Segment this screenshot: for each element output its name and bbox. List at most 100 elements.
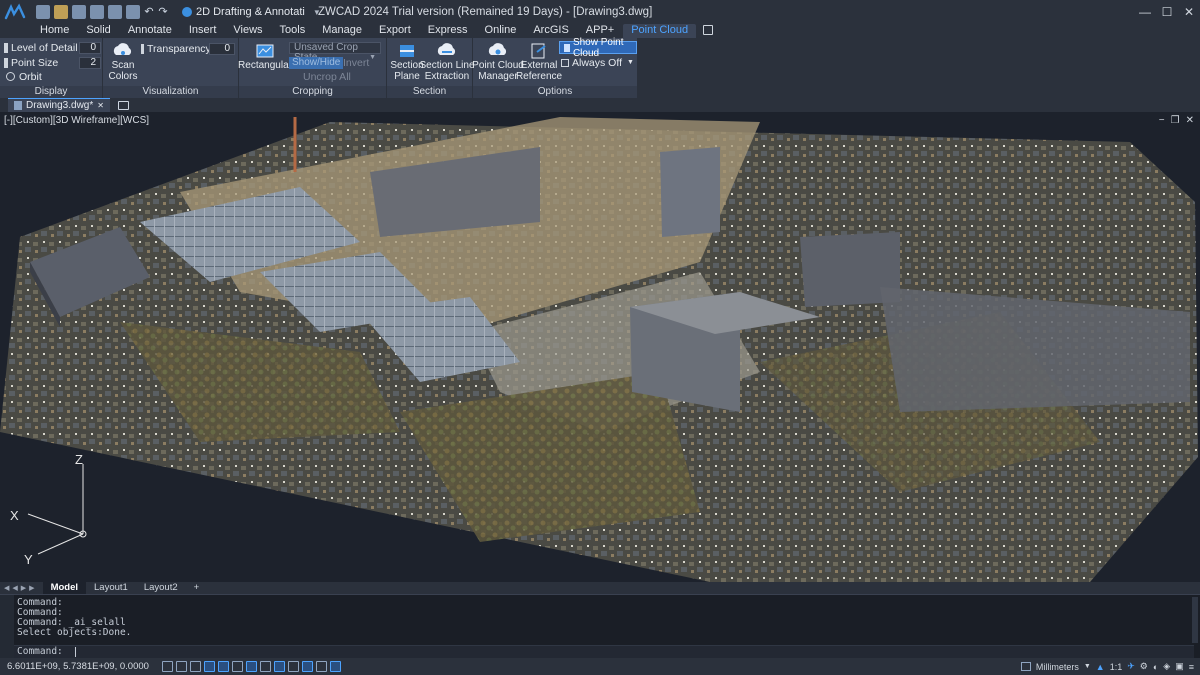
3d-object-snap-icon[interactable] bbox=[232, 661, 243, 672]
close-icon[interactable]: ✕ bbox=[1178, 0, 1200, 24]
tab-online[interactable]: Online bbox=[477, 24, 525, 38]
show-point-cloud-button[interactable]: Show Point Cloud bbox=[559, 37, 637, 59]
command-input[interactable]: Command: bbox=[14, 645, 1194, 658]
undo-icon[interactable]: ↶ bbox=[144, 7, 154, 18]
orbit-button[interactable]: Orbit bbox=[6, 70, 42, 83]
close-icon[interactable]: ✕ bbox=[97, 101, 104, 110]
rectangular-crop-button[interactable]: Rectangular bbox=[238, 42, 292, 71]
section-line-label-1: Section Line bbox=[419, 60, 475, 71]
tab-annotate[interactable]: Annotate bbox=[120, 24, 180, 38]
new-document-tab-icon[interactable] bbox=[117, 100, 129, 110]
viewport-minimize-icon[interactable]: − bbox=[1159, 115, 1165, 126]
invert-button[interactable]: Invert bbox=[343, 56, 369, 69]
workspace-switch-icon[interactable]: ⚙ bbox=[1140, 661, 1148, 672]
snap-toggle-icon[interactable] bbox=[176, 661, 187, 672]
tab-export[interactable]: Export bbox=[371, 24, 419, 38]
tab-layout1[interactable]: Layout1 bbox=[86, 582, 136, 594]
external-reference-button[interactable]: External Reference bbox=[516, 42, 562, 82]
dynamic-ucs-icon[interactable] bbox=[260, 661, 271, 672]
workspace-label: 2D Drafting & Annotati bbox=[196, 6, 305, 18]
point-size-row: Point Size 2 bbox=[4, 56, 101, 69]
always-off-dropdown[interactable]: Always Off ▼ bbox=[561, 56, 634, 69]
prev-layout-icon[interactable]: ◀ bbox=[12, 584, 17, 592]
add-layout-tab[interactable]: + bbox=[186, 582, 208, 594]
layout-nav: ◀ ◀ ▶ ▶ bbox=[4, 584, 35, 592]
ribbon-minimize-icon[interactable] bbox=[703, 25, 714, 35]
annotation-scale-icon[interactable]: ▲ bbox=[1096, 662, 1105, 672]
scan-colors-button[interactable]: Scan Colors bbox=[108, 42, 138, 82]
save-icon[interactable] bbox=[72, 5, 86, 19]
tab-arcgis[interactable]: ArcGIS bbox=[525, 24, 576, 38]
show-hide-button[interactable]: Show/Hide bbox=[289, 56, 344, 69]
layout-tab-strip: ◀ ◀ ▶ ▶ Model Layout1 Layout2 + bbox=[0, 582, 1200, 594]
print-icon[interactable] bbox=[108, 5, 122, 19]
save-as-icon[interactable] bbox=[90, 5, 104, 19]
command-scrollbar[interactable] bbox=[1192, 597, 1198, 643]
tab-home[interactable]: Home bbox=[32, 24, 77, 38]
units-dropdown[interactable]: Millimeters bbox=[1036, 662, 1079, 672]
first-layout-icon[interactable]: ◀ bbox=[4, 584, 9, 592]
options-panel-label: Options bbox=[473, 86, 637, 98]
transparency-field[interactable]: 0 bbox=[209, 42, 235, 55]
grid-toggle-icon[interactable] bbox=[162, 661, 173, 672]
workspace-selector[interactable]: 2D Drafting & Annotati ▼ bbox=[176, 3, 327, 21]
hardware-acceleration-icon[interactable]: ◈ bbox=[1163, 661, 1170, 672]
level-of-detail-row: Level of Detail 0 bbox=[4, 41, 101, 54]
drawing-file-icon bbox=[14, 101, 22, 110]
point-cloud-manager-button[interactable]: Point Cloud Manager bbox=[472, 42, 524, 82]
plot-preview-icon[interactable] bbox=[126, 5, 140, 19]
tab-layout2[interactable]: Layout2 bbox=[136, 582, 186, 594]
scan-colors-icon bbox=[113, 43, 132, 55]
section-line-extraction-button[interactable]: Section Line Extraction bbox=[419, 42, 475, 82]
ortho-toggle-icon[interactable] bbox=[190, 661, 201, 672]
new-file-icon[interactable] bbox=[36, 5, 50, 19]
object-snap-icon[interactable] bbox=[218, 661, 229, 672]
uncrop-all-button[interactable]: Uncrop All bbox=[303, 70, 351, 83]
minimize-icon[interactable]: — bbox=[1134, 0, 1156, 24]
viewport-restore-icon[interactable]: ❐ bbox=[1171, 115, 1180, 126]
level-of-detail-field[interactable]: 0 bbox=[79, 41, 101, 54]
customization-menu-icon[interactable]: ≡ bbox=[1189, 662, 1194, 672]
display-panel-label: Display bbox=[0, 86, 102, 98]
tab-tools[interactable]: Tools bbox=[272, 24, 314, 38]
command-window-handle[interactable] bbox=[0, 595, 14, 659]
orbit-icon bbox=[6, 72, 15, 81]
annotation-monitor-icon[interactable] bbox=[330, 661, 341, 672]
open-folder-icon[interactable] bbox=[54, 5, 68, 19]
lineweight-icon[interactable] bbox=[288, 661, 299, 672]
crop-state-dropdown[interactable]: Unsaved Crop State ▼ bbox=[289, 42, 381, 63]
maximize-icon[interactable]: ☐ bbox=[1156, 0, 1178, 24]
clean-screen-icon[interactable]: ▣ bbox=[1175, 661, 1184, 672]
app-logo-icon[interactable] bbox=[0, 0, 30, 24]
polar-toggle-icon[interactable] bbox=[204, 661, 215, 672]
text-cursor bbox=[74, 646, 76, 657]
tab-insert[interactable]: Insert bbox=[181, 24, 225, 38]
drawing-viewport[interactable]: [-][Custom][3D Wireframe][WCS] − ❐ ✕ Z X… bbox=[0, 112, 1200, 582]
tab-manage[interactable]: Manage bbox=[314, 24, 370, 38]
tab-solid[interactable]: Solid bbox=[78, 24, 118, 38]
isolate-objects-icon[interactable]: ◐ bbox=[1153, 662, 1158, 672]
viewport-label[interactable]: [-][Custom][3D Wireframe][WCS] bbox=[4, 115, 149, 126]
tab-express[interactable]: Express bbox=[420, 24, 476, 38]
selection-cycling-icon[interactable] bbox=[316, 661, 327, 672]
last-layout-icon[interactable]: ▶ bbox=[29, 584, 34, 592]
next-layout-icon[interactable]: ▶ bbox=[21, 584, 26, 592]
annotation-scale-value[interactable]: 1:1 bbox=[1110, 662, 1123, 672]
title-bar: ↶ ↷ 2D Drafting & Annotati ▼ ZWCAD 2024 … bbox=[0, 0, 1200, 24]
coordinate-readout: 6.6011E+09, 5.7381E+09, 0.0000 bbox=[7, 661, 149, 672]
tab-point-cloud[interactable]: Point Cloud bbox=[623, 24, 697, 38]
document-tab-label: Drawing3.dwg* bbox=[26, 100, 94, 111]
status-bar: 6.6011E+09, 5.7381E+09, 0.0000 Millimete… bbox=[0, 658, 1200, 675]
tab-views[interactable]: Views bbox=[225, 24, 270, 38]
document-tab[interactable]: Drawing3.dwg* ✕ bbox=[8, 98, 110, 112]
object-tracking-icon[interactable] bbox=[246, 661, 257, 672]
viewport-close-icon[interactable]: ✕ bbox=[1186, 115, 1194, 126]
transparency-toggle-icon[interactable] bbox=[302, 661, 313, 672]
dynamic-input-icon[interactable] bbox=[274, 661, 285, 672]
annotation-visibility-icon[interactable]: ✈ bbox=[1127, 661, 1135, 672]
redo-icon[interactable]: ↷ bbox=[158, 7, 168, 18]
status-right: Millimeters ▼ ▲ 1:1 ✈ ⚙ ◐ ◈ ▣ ≡ bbox=[1020, 658, 1194, 675]
tab-model[interactable]: Model bbox=[42, 582, 87, 594]
point-size-field[interactable]: 2 bbox=[79, 56, 101, 69]
section-plane-icon bbox=[400, 45, 414, 57]
